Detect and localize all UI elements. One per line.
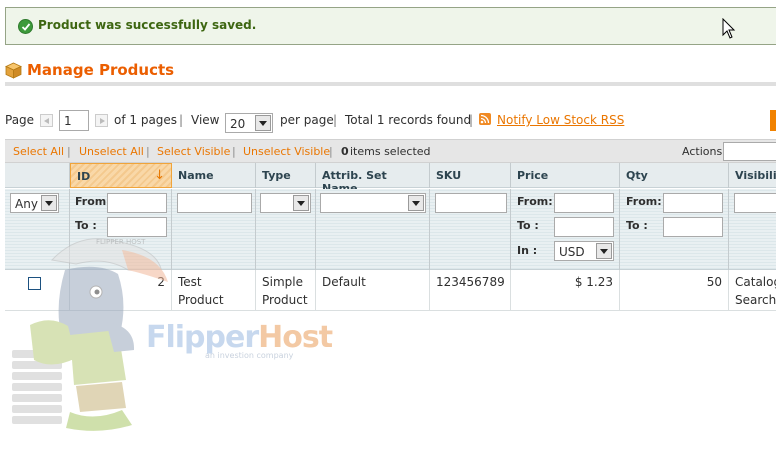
page-header: Manage Products	[5, 60, 776, 86]
separator: |	[329, 145, 333, 158]
cell-type-line: Product	[262, 293, 308, 307]
mouse-cursor-icon	[722, 18, 736, 39]
chevron-down-icon	[255, 115, 271, 131]
cell-qty: 50	[620, 270, 729, 311]
price-to-input[interactable]	[554, 217, 614, 237]
cell-visibility-line: Catalog	[735, 275, 776, 289]
column-header-label: ID	[77, 170, 91, 183]
total-records-text: Total 1 records found	[345, 113, 472, 127]
pager-separator: |	[179, 113, 184, 127]
cell-name: Test Product	[172, 270, 256, 311]
per-page-value: 20	[230, 117, 246, 131]
cell-visibility: Catalog Search	[729, 270, 776, 311]
view-label: View	[191, 113, 220, 127]
column-header-name[interactable]: Name	[172, 163, 256, 188]
separator: |	[232, 145, 236, 158]
cell-attrib-set: Default	[316, 270, 430, 311]
page-label: Page	[5, 113, 35, 127]
from-label: From:	[517, 195, 553, 208]
select-all-link[interactable]: Select All	[13, 145, 64, 158]
to-label: To :	[517, 219, 539, 232]
success-message: Product was successfully saved.	[5, 7, 776, 45]
page-input[interactable]: 1	[59, 110, 89, 131]
column-header-id[interactable]: ID ↓	[70, 163, 172, 188]
massaction-column-header	[5, 163, 70, 188]
page-title: Manage Products	[27, 61, 175, 79]
mascot-cap-text: FLIPPER HOST	[96, 238, 146, 246]
filter-cell-qty: From: To :	[620, 189, 729, 270]
next-page-button[interactable]	[95, 114, 108, 127]
grid-pager: Page 1 of 1 pages | View 20 per page | T…	[5, 110, 776, 133]
cell-visibility-line: Search	[735, 293, 776, 307]
pager-separator: |	[333, 113, 338, 127]
logo-brand-b: Host	[258, 320, 333, 355]
sort-desc-arrow-icon: ↓	[154, 168, 165, 183]
cell-type: Simple Product	[256, 270, 316, 311]
selected-count: 0	[341, 145, 349, 158]
add-product-button[interactable]	[770, 110, 776, 131]
per-page-label: per page	[280, 113, 334, 127]
product-box-icon	[5, 62, 22, 79]
filter-cell-name	[172, 189, 256, 270]
massaction-bar: Select All | Unselect All | Select Visib…	[5, 139, 776, 163]
rss-icon	[479, 113, 491, 125]
filter-cell-type	[256, 189, 316, 270]
name-filter-input[interactable]	[177, 193, 252, 213]
id-from-input[interactable]	[107, 193, 167, 213]
from-label: From:	[626, 195, 662, 208]
currency-select[interactable]: USD	[554, 241, 614, 261]
selected-label: items selected	[350, 145, 431, 158]
column-header-visibility[interactable]: Visibilit	[729, 163, 776, 188]
actions-select[interactable]	[723, 142, 776, 161]
attrib-set-filter-select[interactable]	[320, 193, 426, 213]
filter-cell-sku	[430, 189, 511, 270]
select-visible-link[interactable]: Select Visible	[157, 145, 230, 158]
logo-brand-a: Flipper	[146, 320, 259, 355]
column-header-type[interactable]: Type	[256, 163, 316, 188]
massaction-filter-value: Any	[15, 197, 38, 211]
in-label: In :	[517, 244, 538, 257]
column-header-qty[interactable]: Qty	[620, 163, 729, 188]
separator: |	[67, 145, 71, 158]
price-from-input[interactable]	[554, 193, 614, 213]
qty-to-input[interactable]	[663, 217, 723, 237]
chevron-down-icon	[408, 195, 424, 211]
to-label: To :	[626, 219, 648, 232]
unselect-visible-link[interactable]: Unselect Visible	[243, 145, 330, 158]
chevron-down-icon	[293, 195, 309, 211]
grid-header-row: ID ↓ Name Type Attrib. Set Name SKU Pric…	[5, 163, 776, 195]
type-filter-select[interactable]	[260, 193, 311, 213]
pager-separator: |	[469, 113, 474, 127]
logo-tagline: an investion company	[205, 351, 294, 360]
success-check-icon	[18, 19, 33, 34]
filter-cell-price: From: To : In : USD	[511, 189, 620, 270]
column-header-attrib-set[interactable]: Attrib. Set Name	[316, 163, 430, 195]
filter-cell-visibility	[729, 189, 776, 270]
actions-label: Actions	[682, 145, 723, 158]
chevron-down-icon	[596, 243, 612, 259]
from-label: From:	[75, 195, 111, 208]
per-page-select[interactable]: 20	[225, 113, 273, 133]
cell-type-line: Simple	[262, 275, 303, 289]
separator: |	[146, 145, 150, 158]
of-pages-text: of 1 pages	[114, 113, 178, 127]
column-header-sku[interactable]: SKU	[430, 163, 511, 188]
chevron-down-icon	[41, 195, 57, 211]
currency-value: USD	[559, 245, 585, 259]
sku-filter-input[interactable]	[435, 193, 507, 213]
column-header-price[interactable]: Price	[511, 163, 620, 188]
success-message-text: Product was successfully saved.	[38, 18, 257, 32]
cell-price: $ 1.23	[511, 270, 620, 311]
flipperhost-logo-text: FlipperHost	[146, 320, 333, 355]
visibility-filter-select[interactable]	[734, 193, 776, 213]
filter-cell-attrib-set	[316, 189, 430, 270]
massaction-filter-select[interactable]: Any	[10, 193, 59, 213]
unselect-all-link[interactable]: Unselect All	[79, 145, 144, 158]
cell-sku: 123456789	[430, 270, 511, 311]
prev-page-button[interactable]	[40, 114, 53, 127]
notify-low-stock-rss-link[interactable]: Notify Low Stock RSS	[497, 113, 624, 127]
qty-from-input[interactable]	[663, 193, 723, 213]
